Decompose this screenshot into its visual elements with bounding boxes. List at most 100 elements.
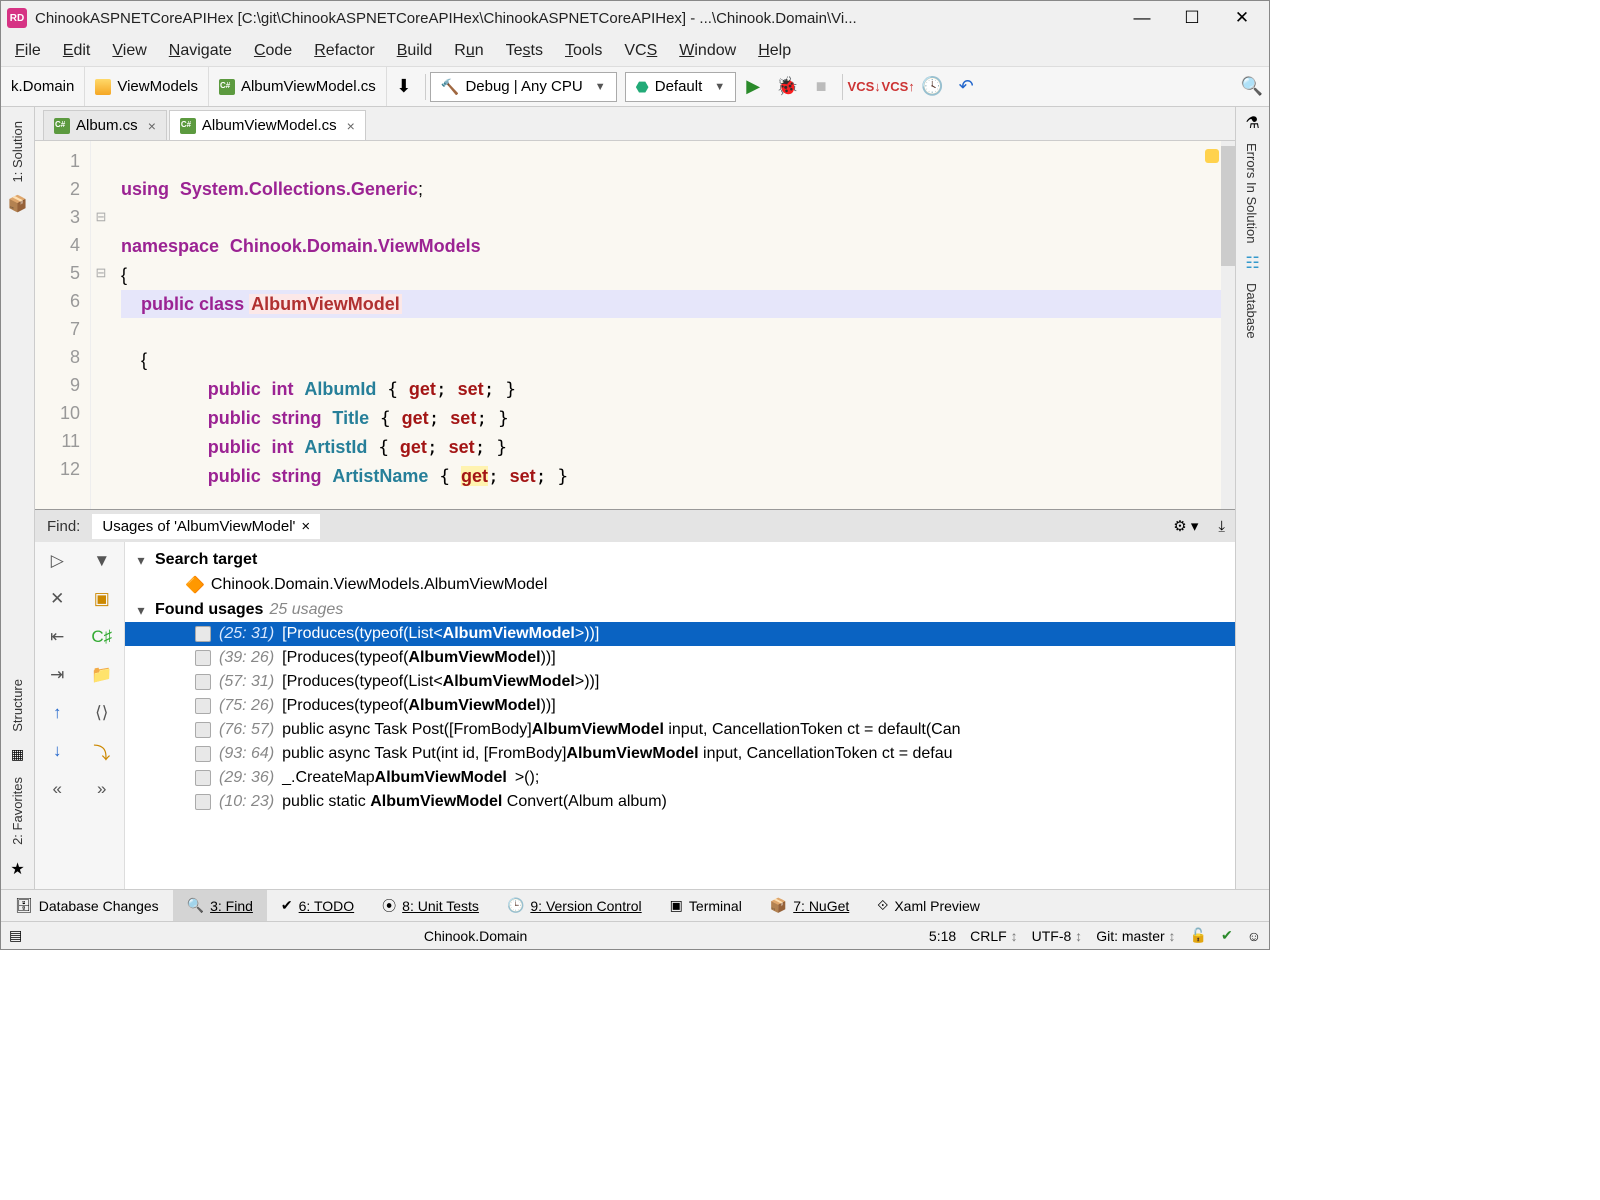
usage-row[interactable]: (76: 57) public async Task Post([FromBod… xyxy=(125,718,1235,742)
expand-icon[interactable]: ⇥ xyxy=(35,656,80,694)
chevron-down-icon[interactable]: ▾ xyxy=(133,552,149,569)
menu-build[interactable]: Build xyxy=(387,38,443,64)
code-content[interactable]: using System.Collections.Generic; namesp… xyxy=(111,141,1235,509)
menu-code[interactable]: Code xyxy=(244,38,302,64)
close-button[interactable]: ✕ xyxy=(1231,8,1253,28)
crumb-file[interactable]: AlbumViewModel.cs xyxy=(209,67,387,106)
usage-row[interactable]: (75: 26) [Produces(typeof(AlbumViewModel… xyxy=(125,694,1235,718)
gear-icon[interactable]: ⚙ ▾ xyxy=(1163,517,1208,535)
menu-window[interactable]: Window xyxy=(669,38,746,64)
usage-row[interactable]: (39: 26) [Produces(typeof(AlbumViewModel… xyxy=(125,646,1235,670)
usage-icon xyxy=(195,650,211,666)
status-eol[interactable]: CRLF xyxy=(970,928,1017,944)
editor-tabs: Album.cs× AlbumViewModel.cs× xyxy=(35,107,1235,141)
menu-navigate[interactable]: Navigate xyxy=(159,38,242,64)
collapse-icon[interactable]: ⇤ xyxy=(35,618,80,656)
usage-icon xyxy=(195,770,211,786)
build-config-combo[interactable]: 🔨Debug | Any CPU▼ xyxy=(430,72,617,102)
usage-row[interactable]: (29: 36) _.CreateMapAlbumViewModel>(); xyxy=(125,766,1235,790)
crumb-domain[interactable]: k.Domain xyxy=(1,67,85,106)
vcs-update-button[interactable]: VCS↓ xyxy=(847,70,881,104)
prev-icon[interactable]: « xyxy=(35,770,80,808)
toolwindow-errors[interactable]: Errors In Solution xyxy=(1236,133,1267,253)
vcs-commit-button[interactable]: VCS↑ xyxy=(881,70,915,104)
maximize-button[interactable]: ☐ xyxy=(1181,8,1203,28)
usage-row[interactable]: (57: 31) [Produces(typeof(List<AlbumView… xyxy=(125,670,1235,694)
tab-album[interactable]: Album.cs× xyxy=(43,110,167,140)
check-icon[interactable]: ✔ xyxy=(1221,927,1233,944)
debug-button[interactable]: 🐞 xyxy=(770,70,804,104)
usage-row[interactable]: (25: 31) [Produces(typeof(List<AlbumView… xyxy=(125,622,1235,646)
run-button[interactable]: ▶ xyxy=(736,70,770,104)
menu-tools[interactable]: Tools xyxy=(555,38,612,64)
rerun-icon[interactable]: ▷ xyxy=(35,542,80,580)
usage-icon xyxy=(195,698,211,714)
bottom-toolwindow-bar: 🗄 Database Changes 🔍 3: Find ✔ 6: TODO ⦿… xyxy=(1,889,1269,921)
bt-unit[interactable]: ⦿ 8: Unit Tests xyxy=(368,890,493,921)
editor-scrollbar[interactable] xyxy=(1221,141,1235,509)
tree-target-path[interactable]: 🔶 Chinook.Domain.ViewModels.AlbumViewMod… xyxy=(125,572,1235,598)
collapse-all-icon[interactable]: ⤵ xyxy=(80,732,125,770)
menu-refactor[interactable]: Refactor xyxy=(304,38,384,64)
close-icon[interactable]: ✕ xyxy=(35,580,80,618)
bt-xaml[interactable]: ⟐ Xaml Preview xyxy=(863,890,994,921)
crumb-viewmodels[interactable]: ViewModels xyxy=(85,67,209,106)
build-button[interactable]: ⬇ xyxy=(387,70,421,104)
usage-row[interactable]: (93: 64) public async Task Put(int id, [… xyxy=(125,742,1235,766)
tree-node-found[interactable]: ▾ Found usages 25 usages xyxy=(125,598,1235,622)
csharp-file-icon xyxy=(219,79,235,95)
csharp-icon[interactable]: C♯ xyxy=(80,618,125,656)
down-icon[interactable]: ↓ xyxy=(35,732,80,770)
find-results-tree[interactable]: ▾ Search target 🔶 Chinook.Domain.ViewMod… xyxy=(125,542,1235,889)
filter-icon[interactable]: ▼ xyxy=(80,542,125,580)
vcs-history-button[interactable]: 🕓 xyxy=(915,70,949,104)
bt-vc[interactable]: 🕒 9: Version Control xyxy=(493,890,656,921)
close-icon[interactable]: × xyxy=(148,118,156,134)
code-editor[interactable]: 123456789101112 ⊟ ⊟ using System.Collect… xyxy=(35,141,1235,509)
bt-term[interactable]: ▣ Terminal xyxy=(656,890,756,921)
up-icon[interactable]: ↑ xyxy=(35,694,80,732)
menu-help[interactable]: Help xyxy=(748,38,801,64)
chevron-down-icon[interactable]: ▾ xyxy=(133,602,149,619)
status-position[interactable]: 5:18 xyxy=(929,928,956,944)
bt-db[interactable]: 🗄 Database Changes xyxy=(1,890,173,921)
newtab-icon[interactable]: ▣ xyxy=(80,580,125,618)
toolwindow-database[interactable]: Database xyxy=(1236,273,1267,349)
bt-todo[interactable]: ✔ 6: TODO xyxy=(267,890,368,921)
lock-icon[interactable]: 🔓 xyxy=(1190,927,1207,944)
pin-icon[interactable]: ⤓ xyxy=(1208,518,1235,535)
app-icon: RD xyxy=(7,8,27,28)
menu-tests[interactable]: Tests xyxy=(496,38,553,64)
fold-gutter[interactable]: ⊟ ⊟ xyxy=(91,141,111,509)
find-toolbar: ▷▼ ✕▣ ⇤C♯ ⇥📁 ↑⟨⟩ ↓⤵ «» xyxy=(35,542,125,889)
undo-button[interactable]: ↶ xyxy=(949,70,983,104)
code-icon[interactable]: ⟨⟩ xyxy=(80,694,125,732)
tab-albumviewmodel[interactable]: AlbumViewModel.cs× xyxy=(169,110,366,140)
folder-icon[interactable]: 📁 xyxy=(80,656,125,694)
menu-run[interactable]: Run xyxy=(444,38,493,64)
find-tab[interactable]: Usages of 'AlbumViewModel' × xyxy=(92,514,320,539)
close-icon[interactable]: × xyxy=(301,518,310,535)
profile-icon[interactable]: ☺ xyxy=(1247,928,1261,944)
bt-find[interactable]: 🔍 3: Find xyxy=(173,890,267,921)
tree-node-target[interactable]: ▾ Search target xyxy=(125,548,1235,572)
status-toolwin-icon[interactable]: ▤ xyxy=(9,927,22,944)
run-target-combo[interactable]: ⬣Default▼ xyxy=(625,72,737,102)
menu-view[interactable]: View xyxy=(102,38,156,64)
toolwindow-structure[interactable]: Structure xyxy=(10,671,25,740)
search-everywhere-button[interactable]: 🔍 xyxy=(1235,70,1269,104)
menu-file[interactable]: File xyxy=(5,38,51,64)
menu-vcs[interactable]: VCS xyxy=(614,38,667,64)
status-git[interactable]: Git: master xyxy=(1096,928,1175,944)
bt-nuget[interactable]: 📦 7: NuGet xyxy=(756,890,863,921)
next-icon[interactable]: » xyxy=(80,770,125,808)
close-icon[interactable]: × xyxy=(347,118,355,134)
usage-row[interactable]: (10: 23) public static AlbumViewModel Co… xyxy=(125,790,1235,814)
minimize-button[interactable]: — xyxy=(1131,8,1153,28)
status-encoding[interactable]: UTF-8 xyxy=(1032,928,1083,944)
stop-button[interactable]: ■ xyxy=(804,70,838,104)
menu-edit[interactable]: Edit xyxy=(53,38,101,64)
toolwindow-solution[interactable]: 1: Solution xyxy=(10,113,25,190)
toolwindow-favorites[interactable]: 2: Favorites xyxy=(10,769,25,853)
warning-marker-icon[interactable] xyxy=(1205,149,1219,163)
